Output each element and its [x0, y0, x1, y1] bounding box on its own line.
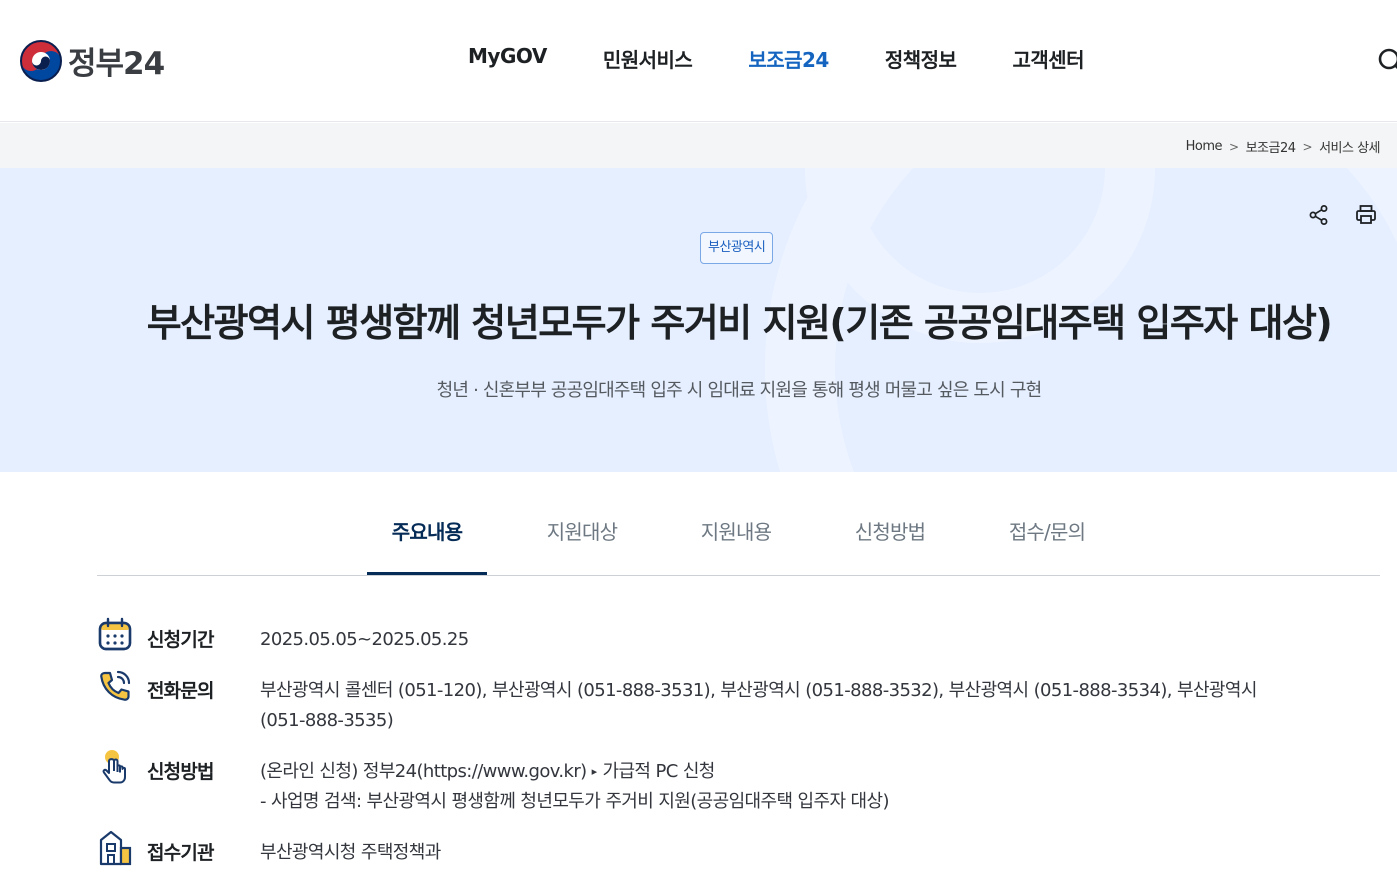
tap-hand-icon: [102, 750, 126, 784]
info-row-phone: 전화문의 부산광역시 콜센터 (051-120), 부산광역시 (051-888…: [97, 668, 1257, 731]
page-subtitle: 청년 · 신혼부부 공공임대주택 입주 시 임대료 지원을 통해 평생 머물고 …: [436, 380, 1043, 401]
info-value-period: 2025.05.05~2025.05.25: [260, 629, 469, 650]
tab-eligibility[interactable]: 지원대상: [527, 516, 637, 575]
nav-item-subsidy24[interactable]: 보조금24: [748, 44, 829, 73]
building-icon: [99, 830, 132, 866]
breadcrumb-subsidy24[interactable]: 보조금24: [1246, 137, 1296, 156]
breadcrumb-bar: Home > 보조금24 > 서비스 상세: [0, 123, 1397, 168]
breadcrumb: Home > 보조금24 > 서비스 상세: [1186, 137, 1381, 156]
info-row-method: 신청방법 (온라인 신청) 정부24(https://www.gov.kr) ▸ 가…: [97, 749, 890, 812]
info-label-method: 신청방법: [147, 761, 215, 783]
taegeuk-logo-icon: [20, 39, 62, 82]
info-value-phone: 부산광역시 콜센터 (051-120), 부산광역시 (051-888-3531…: [260, 676, 1257, 736]
phone-line-1: 부산광역시 콜센터 (051-120), 부산광역시 (051-888-3531…: [260, 680, 1257, 701]
method-pc-note: 가급적 PC 신청: [602, 761, 715, 782]
phone-icon: [100, 670, 131, 701]
nav-item-civil-services[interactable]: 민원서비스: [603, 44, 693, 73]
chevron-right-icon: >: [1302, 139, 1313, 154]
site-header: 정부24 MyGOV 민원서비스 보조금24 정책정보 고객센터: [0, 0, 1397, 122]
phone-line-2: (051-888-3535): [260, 710, 394, 731]
search-icon[interactable]: [1376, 46, 1397, 76]
site-logo[interactable]: 정부24: [20, 38, 165, 83]
breadcrumb-home[interactable]: Home: [1186, 139, 1223, 154]
method-line-1: (온라인 신청) 정부24(https://www.gov.kr) ▸ 가급적 PC…: [260, 757, 889, 787]
info-row-period: 신청기간 2025.05.05~2025.05.25: [97, 617, 469, 653]
info-label-period: 신청기간: [147, 629, 215, 651]
info-label-agency: 접수기관: [147, 842, 215, 864]
nav-item-mygov[interactable]: MyGOV: [468, 44, 547, 73]
org-badge: 부산광역시: [700, 232, 774, 264]
hero-tools: [1289, 198, 1383, 232]
tab-contact[interactable]: 접수/문의: [987, 516, 1107, 575]
tab-how-to-apply[interactable]: 신청방법: [835, 516, 945, 575]
info-value-method: (온라인 신청) 정부24(https://www.gov.kr) ▸ 가급적 PC…: [260, 757, 890, 817]
nav-item-customer-center[interactable]: 고객센터: [1012, 44, 1084, 73]
logo-text: 정부24: [68, 46, 165, 82]
page-title: 부산광역시 평생함께 청년모두가 주거비 지원(기존 공공임대주택 입주자 대상…: [146, 301, 1333, 345]
chevron-right-icon: >: [1229, 139, 1239, 154]
share-button[interactable]: [1302, 198, 1336, 232]
share-icon: [1309, 205, 1328, 225]
breadcrumb-current: 서비스 상세: [1319, 141, 1380, 156]
nav-item-policy-info[interactable]: 정책정보: [885, 44, 957, 73]
triangle-right-icon: ▸: [591, 765, 598, 778]
method-online-text: (온라인 신청) 정부24(https://www.gov.kr): [260, 761, 587, 782]
info-value-agency: 부산광역시청 주택정책과: [260, 842, 441, 863]
service-hero: 부산광역시 부산광역시 평생함께 청년모두가 주거비 지원(기존 공공임대주택 …: [0, 168, 1397, 472]
method-line-2: - 사업명 검색: 부산광역시 평생함께 청년모두가 주거비 지원(공공임대주택…: [260, 791, 890, 812]
calendar-icon: [98, 617, 132, 651]
tab-main-content[interactable]: 주요내용: [367, 516, 487, 575]
print-icon: [1356, 205, 1376, 224]
info-label-phone: 전화문의: [147, 680, 215, 702]
global-nav: MyGOV 민원서비스 보조금24 정책정보 고객센터: [440, 44, 1112, 73]
tab-support-details[interactable]: 지원내용: [681, 516, 791, 575]
content-tabs: 주요내용 지원대상 지원내용 신청방법 접수/문의: [97, 496, 1380, 576]
info-row-agency: 접수기관 부산광역시청 주택정책과: [97, 830, 441, 866]
print-button[interactable]: [1349, 198, 1383, 232]
